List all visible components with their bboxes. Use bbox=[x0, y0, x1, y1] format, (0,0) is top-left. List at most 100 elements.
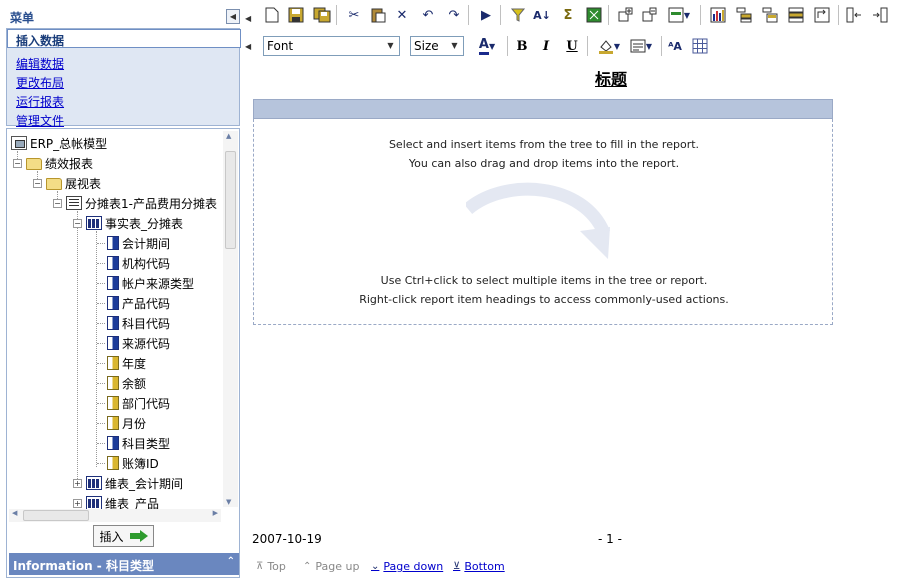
tree-node[interactable]: − 展视表 bbox=[33, 173, 101, 193]
menu-item-edit-data[interactable]: 编辑数据 bbox=[16, 55, 64, 72]
font-color-icon[interactable]: A ▼ bbox=[472, 36, 502, 56]
expand-node-icon[interactable]: + bbox=[73, 498, 82, 508]
save-icon[interactable] bbox=[286, 5, 306, 25]
collapse-node-icon[interactable]: − bbox=[73, 218, 82, 228]
layout-icon[interactable] bbox=[786, 5, 806, 25]
pivot-icon[interactable] bbox=[812, 5, 832, 25]
tree-item[interactable]: 会计期间 bbox=[107, 233, 170, 253]
tree-vertical-scrollbar[interactable]: ▲ ▼ bbox=[223, 131, 238, 507]
report-title[interactable]: 标题 bbox=[595, 66, 627, 90]
undo-icon[interactable]: ↶ bbox=[418, 5, 438, 25]
insert-section-icon[interactable]: ▼ bbox=[664, 5, 694, 25]
menu-item-manage-files[interactable]: 管理文件 bbox=[16, 112, 64, 129]
measure-icon bbox=[107, 396, 119, 410]
information-bar[interactable]: Information - 科目类型 ⌃ bbox=[9, 553, 239, 575]
report-icon bbox=[66, 196, 82, 210]
ungroup-icon[interactable] bbox=[640, 5, 660, 25]
tree-item[interactable]: 科目代码 bbox=[107, 313, 170, 333]
expand-node-icon[interactable]: + bbox=[73, 478, 82, 488]
pager-top-link[interactable]: ⊼ Top bbox=[256, 560, 286, 573]
tree-item[interactable]: 部门代码 bbox=[107, 393, 170, 413]
hint-text: You can also drag and drop items into th… bbox=[408, 157, 680, 170]
move-right-icon[interactable] bbox=[870, 5, 890, 25]
scroll-right-icon[interactable]: ▶ bbox=[213, 509, 218, 517]
scroll-up-icon[interactable]: ▲ bbox=[226, 132, 231, 140]
menu-item-change-layout[interactable]: 更改布局 bbox=[16, 74, 64, 91]
group-icon[interactable] bbox=[616, 5, 636, 25]
underline-button[interactable]: U bbox=[562, 36, 582, 56]
font-size-select[interactable]: Size ▼ bbox=[410, 36, 464, 56]
pager-bottom-label: Bottom bbox=[464, 560, 505, 573]
report-drop-area[interactable]: Select and insert items from the tree to… bbox=[253, 119, 833, 325]
filter-icon[interactable] bbox=[508, 5, 528, 25]
tree-item[interactable]: 机构代码 bbox=[107, 253, 170, 273]
create-sections-icon[interactable] bbox=[734, 5, 754, 25]
pager-bottom-link[interactable]: ⊻ Bottom bbox=[453, 560, 505, 573]
bold-button[interactable]: B bbox=[512, 36, 532, 56]
chevron-down-icon[interactable]: ▼ bbox=[447, 38, 462, 54]
tree-item[interactable]: 帐户来源类型 bbox=[107, 273, 194, 293]
cut-icon[interactable]: ✂ bbox=[344, 5, 364, 25]
paste-icon[interactable] bbox=[368, 5, 388, 25]
tree-node[interactable]: − 事实表_分摊表 bbox=[73, 213, 183, 233]
font-family-select[interactable]: Font ▼ bbox=[263, 36, 400, 56]
delete-icon[interactable]: ✕ bbox=[392, 5, 412, 25]
tree-item[interactable]: 余额 bbox=[107, 373, 146, 393]
tree-item-label: 部门代码 bbox=[122, 396, 171, 411]
chevron-down-icon[interactable]: ▼ bbox=[383, 38, 398, 54]
tree-item[interactable]: 账簿ID bbox=[107, 453, 159, 473]
collapse-node-icon[interactable]: − bbox=[53, 198, 62, 208]
report-header-band[interactable] bbox=[253, 99, 833, 119]
pager-page-up-link[interactable]: ⌃ Page up bbox=[303, 560, 359, 573]
chevron-up-icon[interactable]: ⌃ bbox=[227, 556, 235, 567]
sort-icon[interactable]: A↓ bbox=[532, 5, 552, 25]
chart-icon[interactable] bbox=[708, 5, 728, 25]
tree-item-label: 月份 bbox=[122, 416, 147, 431]
tree-item[interactable]: 产品代码 bbox=[107, 293, 170, 313]
collapse-node-icon[interactable]: − bbox=[33, 178, 42, 188]
dimension-icon bbox=[107, 236, 119, 250]
tree-item[interactable]: 月份 bbox=[107, 413, 146, 433]
new-report-icon[interactable] bbox=[262, 5, 282, 25]
tree-horizontal-scrollbar[interactable]: ◀ ▶ bbox=[9, 509, 221, 522]
collapse-toolbar-icon[interactable]: ◀ bbox=[245, 42, 251, 51]
move-left-icon[interactable] bbox=[844, 5, 864, 25]
data-tree: ERP_总帐模型 − 绩效报表 − 展视表 − 分摊表1-产品费用分摊表 − 事… bbox=[7, 129, 223, 509]
folder-open-icon bbox=[26, 158, 42, 170]
collapse-toolbar-icon[interactable]: ◀ bbox=[245, 14, 251, 23]
tree-node[interactable]: − 绩效报表 bbox=[13, 153, 93, 173]
page-number: - 1 - bbox=[598, 532, 622, 546]
menu-item-run-report[interactable]: 运行报表 bbox=[16, 93, 64, 110]
tree-node[interactable]: + 维表_产品 bbox=[73, 493, 159, 509]
tree-node[interactable]: ERP_总帐模型 bbox=[11, 133, 107, 153]
scrollbar-thumb[interactable] bbox=[23, 510, 89, 521]
redo-icon[interactable]: ↷ bbox=[444, 5, 464, 25]
tree-node[interactable]: + 维表_会计期间 bbox=[73, 473, 183, 493]
dimension-icon bbox=[107, 276, 119, 290]
headers-footers-icon[interactable] bbox=[760, 5, 780, 25]
collapse-left-icon[interactable]: ◀ bbox=[226, 9, 240, 24]
calculate-icon[interactable] bbox=[584, 5, 604, 25]
tree-item-label: 账簿ID bbox=[122, 456, 159, 471]
grid-icon[interactable] bbox=[690, 36, 710, 56]
tree-item[interactable]: 年度 bbox=[107, 353, 146, 373]
tree-node[interactable]: − 分摊表1-产品费用分摊表 bbox=[53, 193, 217, 213]
save-as-icon[interactable] bbox=[312, 5, 332, 25]
italic-button[interactable]: I bbox=[536, 36, 556, 56]
scroll-left-icon[interactable]: ◀ bbox=[12, 509, 17, 517]
hint-text: Select and insert items from the tree to… bbox=[388, 138, 700, 151]
tree-item[interactable]: 科目类型 bbox=[107, 433, 170, 453]
text-style-icon[interactable]: ᴬA bbox=[665, 36, 685, 56]
tree-item[interactable]: 来源代码 bbox=[107, 333, 170, 353]
scroll-down-icon[interactable]: ▼ bbox=[226, 498, 231, 506]
collapse-node-icon[interactable]: − bbox=[13, 158, 22, 168]
menu-list: 插入数据 编辑数据 更改布局 运行报表 管理文件 bbox=[6, 28, 241, 129]
border-style-icon[interactable]: ▼ bbox=[626, 36, 656, 56]
scrollbar-thumb[interactable] bbox=[225, 151, 236, 249]
run-report-icon[interactable]: ▶ bbox=[476, 5, 496, 25]
pager-page-down-link[interactable]: ⌄ Page down bbox=[371, 560, 443, 573]
fill-color-icon[interactable]: ▼ bbox=[594, 36, 624, 56]
menu-item-insert-data[interactable]: 插入数据 bbox=[7, 29, 241, 48]
insert-button[interactable]: 插入 bbox=[93, 525, 154, 547]
summarize-icon[interactable]: Σ bbox=[558, 5, 578, 25]
